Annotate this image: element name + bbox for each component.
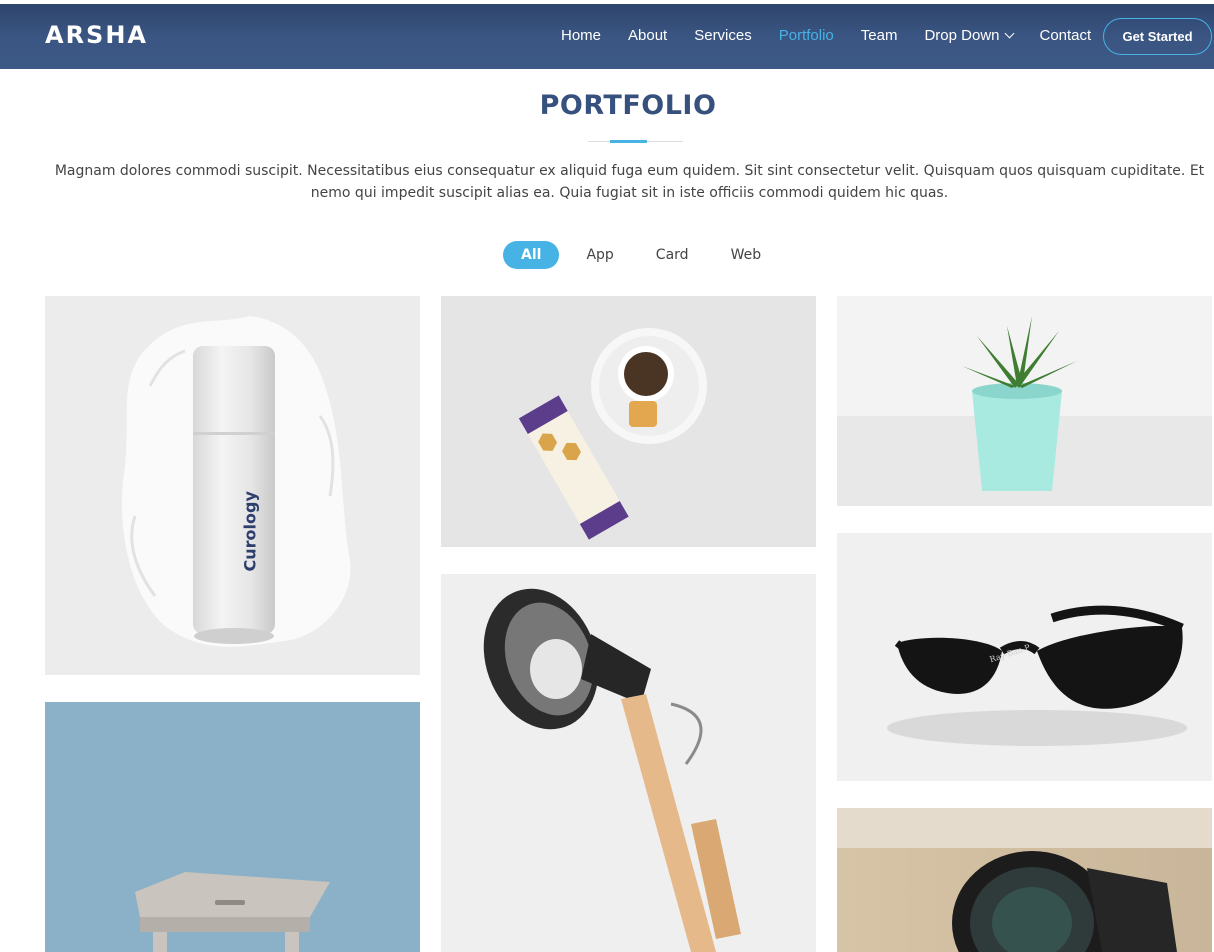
section-description: Magnam dolores commodi suscipit. Necessi… [54,163,1205,201]
portfolio-item-bottle[interactable]: Curology [45,296,420,675]
portfolio-item-sunglasses[interactable]: Ray-Ban P [837,533,1212,781]
site-header: ARSHA Home About Services Portfolio Team… [0,4,1214,69]
portfolio-item-plant[interactable] [837,296,1212,506]
portfolio-item-lens[interactable] [837,808,1212,952]
chevron-down-icon [1004,28,1014,39]
lamp-image [441,574,816,952]
portfolio-item-tea[interactable] [441,296,816,547]
nav-contact[interactable]: Contact [1040,27,1092,44]
tea-image [441,296,816,547]
nav-team[interactable]: Team [861,27,898,44]
title-accent-bar [610,140,647,143]
filter-app[interactable]: App [571,241,628,269]
nav-about[interactable]: About [628,27,667,44]
portfolio-item-stool[interactable] [45,702,420,952]
portfolio-filters: All App Card Web [503,241,788,269]
section-title: PORTFOLIO [539,90,717,121]
sunglasses-image [837,533,1212,781]
filter-web[interactable]: Web [716,241,777,269]
portfolio-item-lamp[interactable] [441,574,816,952]
lens-image [837,808,1212,952]
nav-portfolio[interactable]: Portfolio [779,27,834,44]
bottle-brand-text: Curology [240,491,260,572]
main-nav: Home About Services Portfolio Team Drop … [561,27,1118,44]
filter-all[interactable]: All [503,241,560,269]
plant-image [837,296,1212,506]
nav-dropdown[interactable]: Drop Down [924,27,1014,44]
get-started-button[interactable]: Get Started [1103,18,1212,55]
nav-home[interactable]: Home [561,27,601,44]
stool-image [45,702,420,952]
filter-card[interactable]: Card [641,241,704,269]
logo[interactable]: ARSHA [45,21,148,49]
nav-services[interactable]: Services [694,27,752,44]
nav-dropdown-label: Drop Down [924,27,1000,44]
bottle-image [45,296,420,675]
